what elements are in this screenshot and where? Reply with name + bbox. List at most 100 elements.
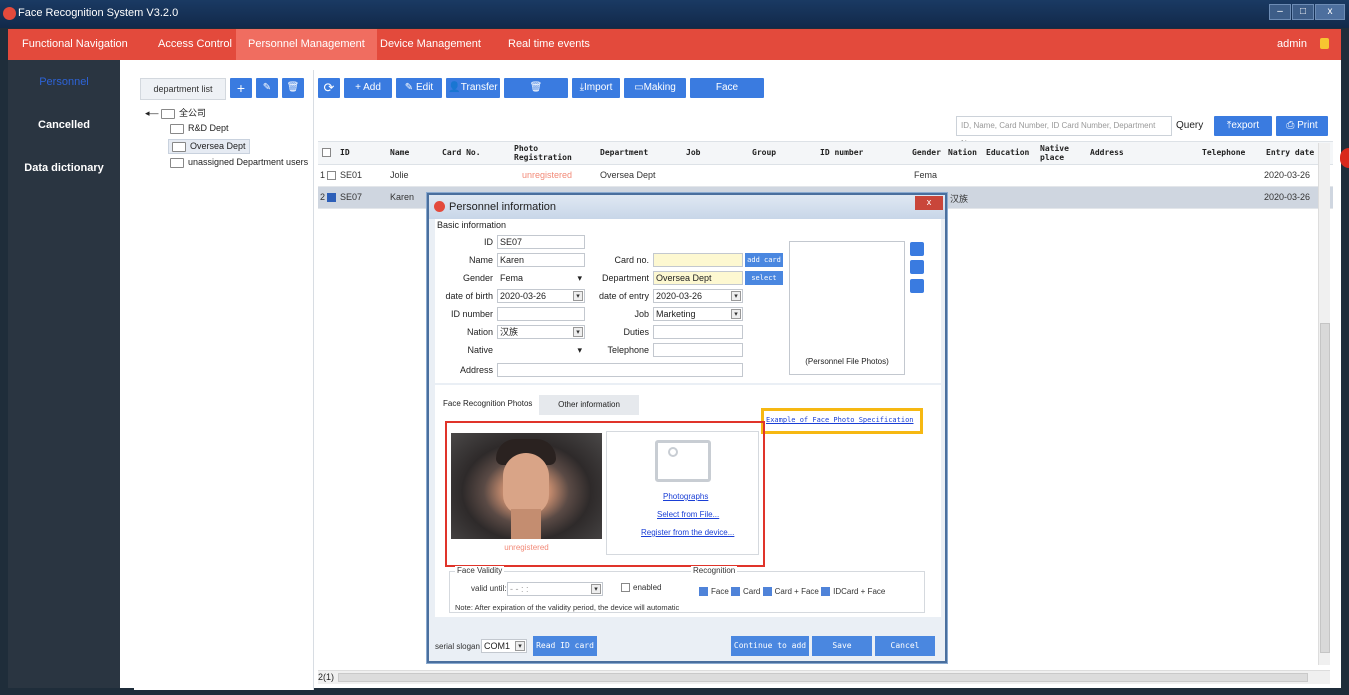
- example-photo-spec-link[interactable]: Example of Face Photo Specification: [766, 416, 914, 424]
- col-telephone[interactable]: Telephone: [1202, 148, 1245, 157]
- face-photo[interactable]: [451, 433, 602, 539]
- native-select[interactable]: ▾: [497, 343, 585, 357]
- calendar-dropdown-icon[interactable]: ▾: [731, 291, 741, 301]
- serial-port-select[interactable]: COM1 ▾: [481, 639, 527, 653]
- vertical-scrollbar[interactable]: [1318, 143, 1330, 665]
- telephone-field[interactable]: [653, 343, 743, 357]
- card-no-field[interactable]: [653, 253, 743, 267]
- chevron-down-icon[interactable]: ▾: [573, 327, 583, 337]
- minimize-button[interactable]: –: [1269, 4, 1291, 20]
- recognition-face-checkbox[interactable]: Face: [699, 587, 729, 597]
- gender-select[interactable]: Fema ▾: [497, 271, 585, 285]
- add-department-button[interactable]: +: [230, 78, 252, 98]
- query-button[interactable]: Query: [1176, 116, 1203, 136]
- id-field[interactable]: SE07: [497, 235, 585, 249]
- add-button[interactable]: + Add: [344, 78, 392, 98]
- col-job[interactable]: Job: [686, 148, 700, 157]
- register-from-device-link[interactable]: Register from the device...: [641, 528, 734, 537]
- enabled-checkbox[interactable]: enabled: [621, 583, 661, 593]
- read-id-card-button[interactable]: Read ID card: [533, 636, 597, 656]
- lock-icon[interactable]: [1320, 38, 1329, 49]
- menu-personnel-management[interactable]: Personnel Management: [236, 29, 377, 60]
- cancellation-button[interactable]: 🗑 Cancellation: [504, 78, 568, 113]
- face-management-button[interactable]: Face Management: [690, 78, 764, 113]
- file-photo-box[interactable]: (Personnel File Photos): [789, 241, 905, 375]
- select-department-button[interactable]: select: [745, 271, 783, 285]
- edit-button[interactable]: ✎ Edit: [396, 78, 442, 98]
- recognition-card-checkbox[interactable]: Card: [731, 587, 760, 597]
- col-address[interactable]: Address: [1090, 148, 1124, 157]
- transfer-button[interactable]: 👤Transfer: [446, 78, 500, 98]
- valid-until-field[interactable]: - - : : ▾: [507, 582, 603, 596]
- camera-icon[interactable]: [910, 242, 924, 256]
- date-entry-field[interactable]: 2020-03-26 ▾: [653, 289, 743, 303]
- dob-field[interactable]: 2020-03-26 ▾: [497, 289, 585, 303]
- scroll-thumb[interactable]: [1320, 323, 1330, 653]
- continue-to-add-button[interactable]: Continue to add: [731, 636, 809, 656]
- menu-device-management[interactable]: Device Management: [380, 38, 481, 50]
- menu-functional-navigation[interactable]: Functional Navigation: [22, 38, 128, 50]
- select-all-checkbox[interactable]: [322, 148, 331, 157]
- folder-open-icon[interactable]: [910, 260, 924, 274]
- print-button[interactable]: ⎙ Print: [1276, 116, 1328, 136]
- chevron-down-icon[interactable]: ▾: [731, 309, 741, 319]
- col-entry-date[interactable]: Entry date: [1266, 148, 1314, 157]
- nation-select[interactable]: 汉族 ▾: [497, 325, 585, 339]
- tree-item-unassigned[interactable]: unassigned Department users: [170, 157, 308, 168]
- calendar-dropdown-icon[interactable]: ▾: [573, 291, 583, 301]
- save-button[interactable]: Save: [812, 636, 872, 656]
- tree-item-oversea-dept[interactable]: Oversea Dept: [168, 139, 250, 154]
- edit-department-button[interactable]: ✎: [256, 78, 278, 98]
- horizontal-scrollbar[interactable]: [318, 670, 1330, 684]
- duties-field[interactable]: [653, 325, 743, 339]
- calendar-dropdown-icon[interactable]: ▾: [591, 584, 601, 594]
- col-card-no[interactable]: Card No.: [442, 148, 481, 157]
- sidebar-item-cancelled[interactable]: Cancelled: [8, 119, 120, 131]
- user-name[interactable]: admin: [1277, 38, 1307, 50]
- col-department[interactable]: Department: [600, 148, 648, 157]
- table-row[interactable]: 1 SE01 Jolie unregistered Oversea Dept F…: [318, 165, 1333, 187]
- id-number-field[interactable]: [497, 307, 585, 321]
- col-native-place[interactable]: Native place: [1040, 144, 1074, 162]
- col-education[interactable]: Education: [986, 148, 1029, 157]
- recognition-idcard-face-checkbox[interactable]: IDCard + Face: [821, 587, 885, 597]
- scroll-thumb[interactable]: [338, 673, 1308, 682]
- department-list-tab[interactable]: department list: [140, 78, 226, 100]
- col-group[interactable]: Group: [752, 148, 776, 157]
- job-select[interactable]: Marketing ▾: [653, 307, 743, 321]
- maximize-button[interactable]: □: [1292, 4, 1314, 20]
- menu-access-control[interactable]: Access Control: [158, 38, 232, 50]
- recognition-card-face-checkbox[interactable]: Card + Face: [762, 587, 819, 597]
- tab-other-information[interactable]: Other information: [539, 395, 639, 415]
- name-field[interactable]: Karen: [497, 253, 585, 267]
- close-window-button[interactable]: x: [1315, 4, 1345, 20]
- menu-real-time-events[interactable]: Real time events: [508, 38, 590, 50]
- col-id-number[interactable]: ID number: [820, 148, 863, 157]
- col-photo-registration[interactable]: Photo Registration: [514, 144, 578, 162]
- chevron-down-icon[interactable]: ▾: [515, 641, 525, 651]
- row-checkbox[interactable]: [327, 171, 336, 181]
- select-from-file-link[interactable]: Select from File...: [657, 510, 719, 519]
- making-card-button[interactable]: ▭Making card: [624, 78, 686, 113]
- row-checkbox[interactable]: [327, 193, 336, 203]
- cancel-button[interactable]: Cancel: [875, 636, 935, 656]
- col-gender[interactable]: Gender: [912, 148, 941, 157]
- add-card-button[interactable]: add card: [745, 253, 783, 267]
- tree-root[interactable]: ◂— 全公司: [145, 106, 206, 119]
- department-field[interactable]: Oversea Dept: [653, 271, 743, 285]
- dialog-close-button[interactable]: x: [915, 196, 943, 210]
- col-nation[interactable]: Nation: [948, 148, 977, 157]
- tab-face-photos[interactable]: Face Recognition Photos: [443, 399, 532, 408]
- sidebar-item-data-dictionary[interactable]: Data dictionary: [8, 162, 120, 174]
- sidebar-item-personnel[interactable]: Personnel: [8, 76, 120, 88]
- tree-item-rd-dept[interactable]: R&D Dept: [170, 123, 229, 134]
- export-button[interactable]: ⤒export: [1214, 116, 1272, 136]
- col-id[interactable]: ID: [340, 148, 350, 157]
- import-button[interactable]: ⤓Import: [572, 78, 620, 98]
- col-name[interactable]: Name: [390, 148, 409, 157]
- photographs-link[interactable]: Photographs: [663, 492, 708, 501]
- refresh-button[interactable]: ⟳: [318, 78, 340, 98]
- search-input[interactable]: ID, Name, Card Number, ID Card Number, D…: [956, 116, 1172, 148]
- address-field[interactable]: [497, 363, 743, 377]
- delete-department-button[interactable]: 🗑: [282, 78, 304, 98]
